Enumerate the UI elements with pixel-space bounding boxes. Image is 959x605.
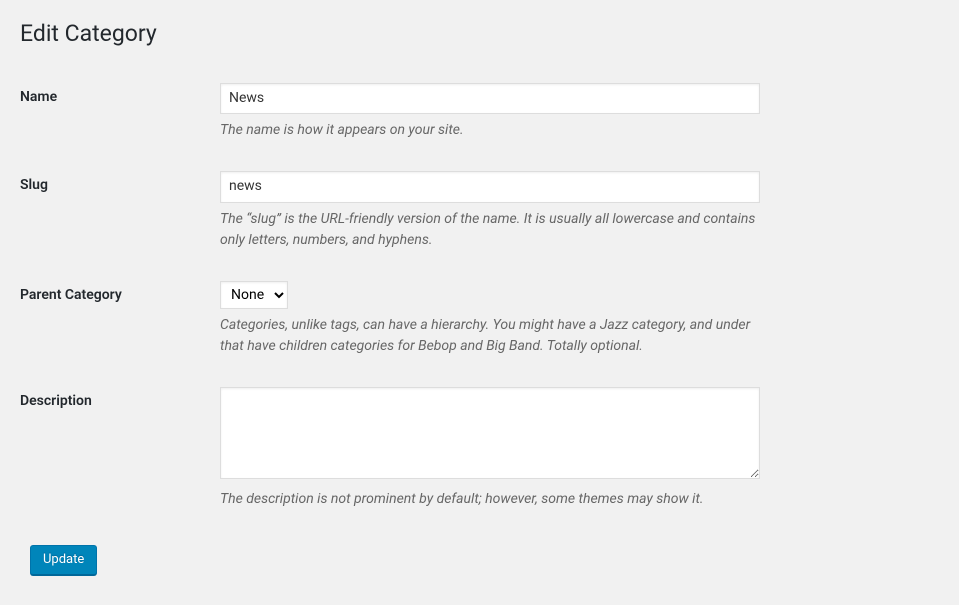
name-label: Name [20, 68, 220, 157]
slug-help-text: The “slug” is the URL-friendly version o… [220, 209, 760, 251]
name-help-text: The name is how it appears on your site. [220, 120, 760, 141]
edit-category-form: Name The name is how it appears on your … [20, 68, 939, 525]
description-help-text: The description is not prominent by defa… [220, 489, 760, 510]
page-title: Edit Category [20, 10, 939, 53]
slug-input[interactable] [220, 171, 760, 203]
parent-help-text: Categories, unlike tags, can have a hier… [220, 315, 760, 357]
parent-category-label: Parent Category [20, 266, 220, 372]
name-input[interactable] [220, 83, 760, 115]
description-label: Description [20, 372, 220, 525]
description-textarea[interactable] [220, 387, 760, 479]
parent-category-select[interactable]: None [220, 281, 288, 309]
update-button[interactable]: Update [30, 545, 97, 575]
slug-label: Slug [20, 156, 220, 266]
